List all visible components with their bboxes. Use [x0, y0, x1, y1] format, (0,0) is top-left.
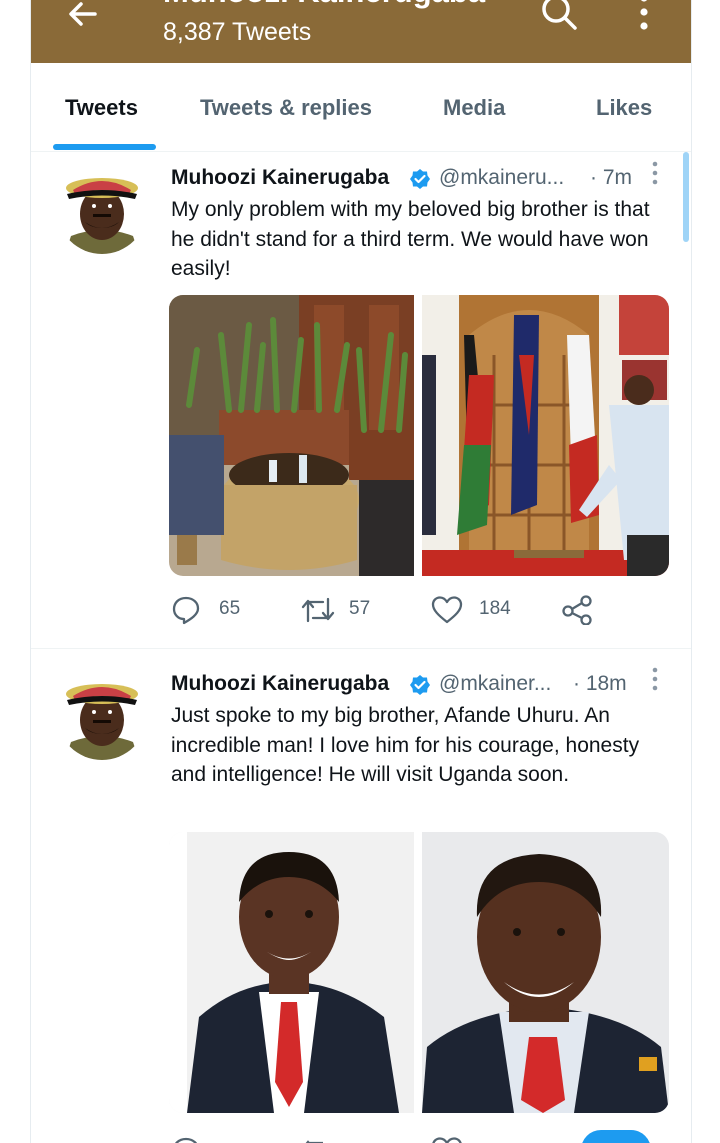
photo-lounge-plants-wicker-table[interactable]	[169, 295, 669, 576]
tab-tweets[interactable]: Tweets	[65, 95, 138, 121]
user-handle[interactable]: @mkainer...	[439, 672, 551, 696]
tweet-timestamp[interactable]: · 18m	[573, 672, 627, 696]
more-options-icon[interactable]	[627, 0, 661, 30]
tweet-more-icon[interactable]	[649, 666, 661, 694]
share-icon	[562, 595, 592, 626]
retweet-count: 57	[349, 598, 371, 619]
retweet-icon[interactable]	[301, 1136, 335, 1143]
tweet-media-grid[interactable]	[169, 832, 669, 1113]
tweet-text: Just spoke to my big brother, Afande Uhu…	[171, 704, 640, 786]
tab-likes[interactable]: Likes	[596, 95, 652, 121]
tweet-text: My only problem with my beloved big brot…	[171, 198, 650, 280]
photo-portrait-man-red-tie[interactable]	[169, 832, 669, 1113]
verified-badge-icon	[410, 675, 430, 695]
active-tab-indicator	[53, 144, 156, 150]
verified-badge-icon	[410, 169, 430, 189]
tweet-more-icon[interactable]	[649, 160, 661, 188]
reply-icon[interactable]	[171, 1136, 201, 1143]
tweet-media-grid[interactable]	[169, 295, 669, 576]
retweet-icon	[301, 597, 335, 623]
tweet-count: 8,387 Tweets	[163, 18, 312, 46]
avatar[interactable]	[57, 164, 147, 254]
header-title: Muhoozi Kainerugaba	[163, 0, 485, 10]
photo-portrait-man-smiling-red-tie	[422, 832, 669, 1113]
user-handle[interactable]: @mkaineru...	[439, 166, 564, 190]
retweet-button[interactable]: 57	[301, 595, 370, 625]
avatar[interactable]	[57, 670, 147, 760]
profile-tabs: Tweets Tweets & replies Media Likes	[31, 63, 691, 152]
tab-media[interactable]: Media	[443, 95, 505, 121]
share-button[interactable]	[561, 595, 593, 626]
reply-count: 65	[219, 598, 241, 619]
reply-button[interactable]: 65	[171, 595, 240, 625]
tweet-item[interactable]: Muhoozi Kainerugaba @mkaineru... · 7m My…	[31, 152, 691, 649]
tweet-item[interactable]: Muhoozi Kainerugaba @mkainer... · 18m Ju…	[31, 658, 691, 1143]
profile-header-bar: Muhoozi Kainerugaba 8,387 Tweets	[31, 0, 691, 63]
tweet-timestamp[interactable]: · 7m	[590, 166, 632, 190]
back-arrow-icon[interactable]	[65, 0, 101, 32]
profile-timeline-frame: Muhoozi Kainerugaba 8,387 Tweets Tweets …	[30, 0, 692, 1143]
compose-tweet-button[interactable]	[581, 1130, 651, 1143]
reply-icon	[172, 596, 200, 625]
like-button[interactable]: 184	[431, 595, 511, 625]
search-icon[interactable]	[539, 0, 579, 32]
like-count: 184	[479, 598, 511, 619]
heart-icon	[431, 596, 463, 624]
tab-tweets-and-replies[interactable]: Tweets & replies	[200, 95, 372, 121]
photo-man-beside-flags-kenya	[422, 295, 669, 576]
display-name[interactable]: Muhoozi Kainerugaba	[171, 672, 389, 696]
heart-icon[interactable]	[431, 1136, 463, 1143]
display-name[interactable]: Muhoozi Kainerugaba	[171, 166, 389, 190]
